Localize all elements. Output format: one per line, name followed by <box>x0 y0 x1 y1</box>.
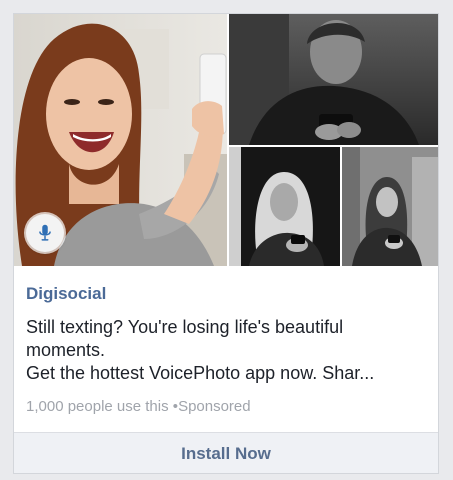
ad-text-line-2: moments. <box>26 340 106 360</box>
microphone-icon <box>39 224 51 241</box>
ad-text-line-1: Still texting? You're losing life's beau… <box>26 317 344 337</box>
usage-count: 1,000 people use this <box>26 398 169 415</box>
ad-footer[interactable]: Install Now <box>14 432 438 473</box>
install-now-button[interactable]: Install Now <box>181 444 271 464</box>
ad-text-line-3: Get the hottest VoicePhoto app now. Shar… <box>26 363 375 383</box>
ad-media-collage[interactable] <box>14 14 438 266</box>
photo-woman-street[interactable] <box>342 147 438 266</box>
ad-text: Still texting? You're losing life's beau… <box>26 316 426 385</box>
photo-woman-texting[interactable] <box>229 147 340 266</box>
sponsor-name-link[interactable]: Digisocial <box>26 284 106 304</box>
sponsored-label: Sponsored <box>178 398 251 415</box>
ad-body: Digisocial Still texting? You're losing … <box>14 266 438 432</box>
photo-man-phone[interactable] <box>229 14 438 145</box>
ad-card[interactable]: Digisocial Still texting? You're losing … <box>13 13 439 474</box>
microphone-badge[interactable] <box>26 214 64 252</box>
ad-meta: 1,000 people use this •Sponsored <box>26 398 251 415</box>
